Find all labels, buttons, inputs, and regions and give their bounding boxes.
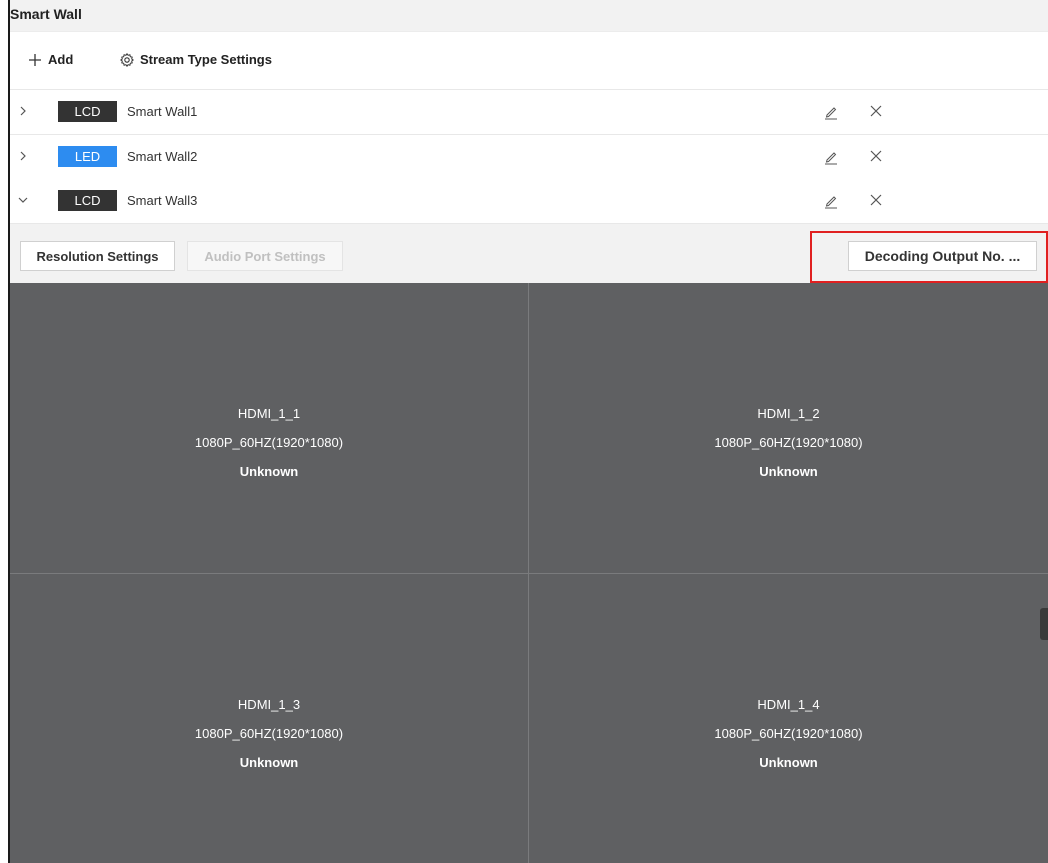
screen-resolution: 1080P_60HZ(1920*1080) xyxy=(194,726,344,741)
wall-actions-bar: Resolution Settings Audio Port Settings … xyxy=(10,224,1048,283)
wall-type-badge: LCD xyxy=(58,101,117,122)
screen-name: HDMI_1_1 xyxy=(237,406,301,421)
stream-type-settings-label: Stream Type Settings xyxy=(140,52,272,67)
scroll-handle[interactable] xyxy=(1040,608,1048,640)
stream-type-settings-button[interactable]: Stream Type Settings xyxy=(120,52,272,67)
edit-icon[interactable] xyxy=(823,149,839,165)
screen-grid: HDMI_1_1 1080P_60HZ(1920*1080) Unknown H… xyxy=(10,283,1048,863)
screen-resolution: 1080P_60HZ(1920*1080) xyxy=(194,435,344,450)
screen-cell[interactable]: HDMI_1_1 1080P_60HZ(1920*1080) Unknown xyxy=(10,283,529,574)
close-icon[interactable] xyxy=(870,150,882,162)
smart-wall-row[interactable]: LED Smart Wall2 xyxy=(10,135,1048,180)
toolbar: Add Stream Type Settings xyxy=(10,32,1048,90)
wall-name[interactable]: Smart Wall2 xyxy=(127,149,197,164)
chevron-right-icon[interactable] xyxy=(16,104,30,118)
wall-type-badge: LCD xyxy=(58,190,117,211)
audio-port-settings-button: Audio Port Settings xyxy=(187,241,343,271)
screen-resolution: 1080P_60HZ(1920*1080) xyxy=(714,726,863,741)
resolution-settings-button[interactable]: Resolution Settings xyxy=(20,241,175,271)
close-icon[interactable] xyxy=(870,194,882,206)
page-title: Smart Wall xyxy=(10,6,82,22)
chevron-down-icon[interactable] xyxy=(16,193,30,207)
screen-cell[interactable]: HDMI_1_3 1080P_60HZ(1920*1080) Unknown xyxy=(10,574,529,863)
screen-cell[interactable]: HDMI_1_2 1080P_60HZ(1920*1080) Unknown xyxy=(529,283,1048,574)
screen-name: HDMI_1_2 xyxy=(757,406,820,421)
plus-icon xyxy=(29,53,41,66)
screen-status: Unknown xyxy=(759,464,818,479)
screen-status: Unknown xyxy=(239,755,299,770)
wall-type-badge: LED xyxy=(58,146,117,167)
screen-name: HDMI_1_4 xyxy=(757,697,820,712)
close-icon[interactable] xyxy=(870,105,882,117)
screen-status: Unknown xyxy=(759,755,818,770)
chevron-right-icon[interactable] xyxy=(16,149,30,163)
add-button[interactable]: Add xyxy=(28,52,73,67)
screen-cell[interactable]: HDMI_1_4 1080P_60HZ(1920*1080) Unknown xyxy=(529,574,1048,863)
screen-name: HDMI_1_3 xyxy=(237,697,301,712)
edit-icon[interactable] xyxy=(823,193,839,209)
screen-resolution: 1080P_60HZ(1920*1080) xyxy=(714,435,863,450)
add-label: Add xyxy=(48,52,74,67)
gear-icon xyxy=(120,52,134,67)
wall-name[interactable]: Smart Wall1 xyxy=(127,104,197,119)
screen-status: Unknown xyxy=(239,464,299,479)
edit-icon[interactable] xyxy=(823,104,839,120)
title-bar: Smart Wall xyxy=(10,0,1048,32)
wall-name[interactable]: Smart Wall3 xyxy=(127,193,197,208)
smart-wall-row[interactable]: LCD Smart Wall3 xyxy=(10,179,1048,224)
smart-wall-row[interactable]: LCD Smart Wall1 xyxy=(10,90,1048,135)
decoding-output-no-button[interactable]: Decoding Output No. ... xyxy=(848,241,1037,271)
